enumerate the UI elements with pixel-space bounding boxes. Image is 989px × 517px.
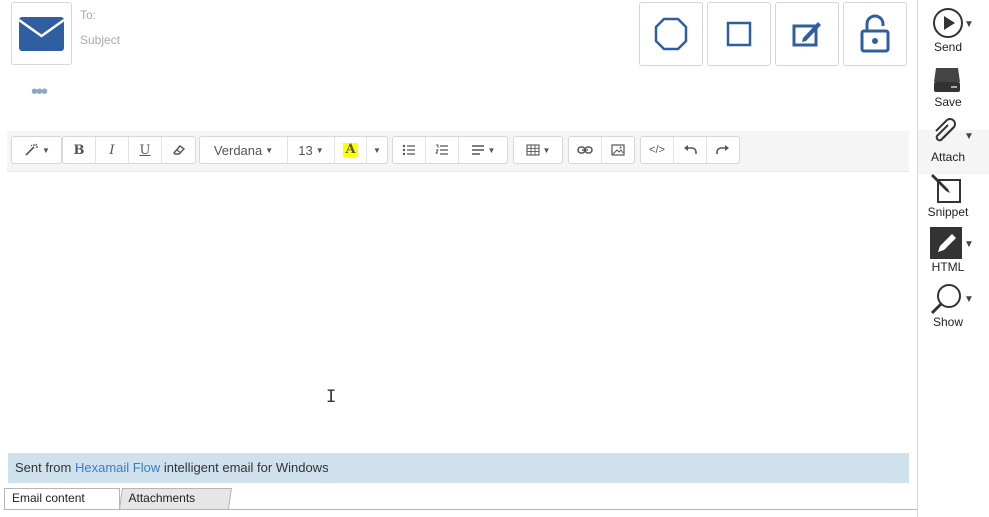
align-select[interactable]: ▼ xyxy=(459,137,507,163)
numbered-list-icon xyxy=(435,144,448,155)
signature-suffix: intelligent email for Windows xyxy=(160,460,329,475)
send-label: Send xyxy=(933,40,963,54)
send-button[interactable]: ▼ Send xyxy=(918,3,989,58)
link-icon xyxy=(577,146,593,154)
email-signature: Sent from Hexamail Flow intelligent emai… xyxy=(8,453,909,483)
email-body-editor[interactable] xyxy=(7,172,909,452)
text-cursor-icon: I xyxy=(326,387,337,407)
undo-icon xyxy=(684,145,697,154)
italic-button[interactable]: I xyxy=(96,137,129,163)
numbered-list-button[interactable] xyxy=(426,137,459,163)
square-icon xyxy=(726,21,752,47)
drive-icon xyxy=(934,68,960,92)
bullet-list-button[interactable] xyxy=(393,137,426,163)
align-left-icon xyxy=(471,145,484,155)
html-button[interactable]: ▼ HTML xyxy=(918,223,989,278)
bullet-list-icon xyxy=(402,144,415,156)
clear-format-button[interactable] xyxy=(162,137,195,163)
to-field[interactable]: To: xyxy=(80,8,96,22)
chevron-down-icon: ▼ xyxy=(542,145,551,155)
envelope-button[interactable] xyxy=(11,2,72,65)
insert-image-button[interactable] xyxy=(602,137,634,163)
html-label: HTML xyxy=(931,260,965,274)
magnifier-icon xyxy=(930,284,961,315)
edit-icon xyxy=(792,22,821,47)
history-group: </> xyxy=(640,136,740,164)
magic-style-button[interactable]: ▼ xyxy=(12,137,61,163)
chevron-down-icon: ▼ xyxy=(487,145,496,155)
select-button[interactable] xyxy=(707,2,771,66)
chevron-down-icon: ▼ xyxy=(42,145,50,155)
unlock-icon xyxy=(860,14,890,53)
subject-field[interactable]: Subject xyxy=(80,33,120,47)
chevron-down-icon: ▼ xyxy=(373,145,381,155)
save-button[interactable]: Save xyxy=(918,58,989,113)
tab-attachments[interactable]: Attachments xyxy=(119,488,232,509)
snippet-button[interactable]: Snippet xyxy=(918,168,989,223)
insert-link-button[interactable] xyxy=(569,137,602,163)
image-icon xyxy=(611,144,625,156)
show-label: Show xyxy=(932,315,964,329)
show-button[interactable]: ▼ Show xyxy=(918,278,989,333)
undo-button[interactable] xyxy=(674,137,707,163)
play-icon xyxy=(933,8,963,38)
highlight-icon: A xyxy=(343,142,358,157)
magic-wand-icon xyxy=(25,143,39,156)
font-size-label: 13 xyxy=(298,142,313,158)
snippet-label: Snippet xyxy=(927,205,969,219)
paperclip-icon xyxy=(935,118,956,142)
highlight-color-button[interactable]: A xyxy=(335,137,367,163)
magic-group: ▼ xyxy=(11,136,62,164)
table-group: ▼ xyxy=(513,136,563,164)
chevron-down-icon: ▼ xyxy=(964,131,974,142)
code-view-button[interactable]: </> xyxy=(641,137,674,163)
attach-label: Attach xyxy=(930,150,966,164)
chevron-down-icon: ▼ xyxy=(964,294,974,305)
bold-button[interactable]: B xyxy=(63,137,96,163)
signature-prefix: Sent from xyxy=(15,460,75,475)
font-family-select[interactable]: Verdana ▼ xyxy=(200,137,288,163)
envelope-icon xyxy=(18,17,65,51)
font-size-select[interactable]: 13 ▼ xyxy=(288,137,335,163)
save-label: Save xyxy=(934,95,962,109)
stop-button[interactable] xyxy=(639,2,703,66)
insert-table-button[interactable]: ▼ xyxy=(514,137,562,163)
font-group: Verdana ▼ 13 ▼ A ▼ xyxy=(199,136,388,164)
formatting-toolbar: ▼ B I U Verdana ▼ 13 ▼ A ▼ ▼ ▼ </> xyxy=(7,131,909,172)
redo-icon xyxy=(716,145,729,154)
tab-email-content[interactable]: Email content xyxy=(4,488,120,509)
font-family-label: Verdana xyxy=(213,142,263,158)
list-group: ▼ xyxy=(392,136,508,164)
more-options-button[interactable]: ••• xyxy=(31,82,48,102)
chevron-down-icon: ▼ xyxy=(964,19,974,30)
chevron-down-icon: ▼ xyxy=(964,239,974,250)
underline-button[interactable]: U xyxy=(129,137,162,163)
pen-icon xyxy=(930,227,962,259)
tabs-baseline xyxy=(4,509,917,510)
text-style-group: B I U xyxy=(62,136,196,164)
highlight-color-dropdown[interactable]: ▼ xyxy=(367,137,387,163)
edit-button[interactable] xyxy=(775,2,839,66)
eraser-icon xyxy=(172,145,185,155)
tab-attachments-label: Attachments xyxy=(128,491,196,505)
unlock-button[interactable] xyxy=(843,2,907,66)
chevron-down-icon: ▼ xyxy=(315,145,324,155)
octagon-icon xyxy=(654,17,688,51)
chevron-down-icon: ▼ xyxy=(265,145,274,155)
snippet-icon xyxy=(931,174,961,203)
signature-link[interactable]: Hexamail Flow xyxy=(75,460,160,475)
attach-button[interactable]: ▼ Attach xyxy=(918,113,989,168)
insert-group xyxy=(568,136,635,164)
table-icon xyxy=(525,144,540,156)
redo-button[interactable] xyxy=(707,137,739,163)
